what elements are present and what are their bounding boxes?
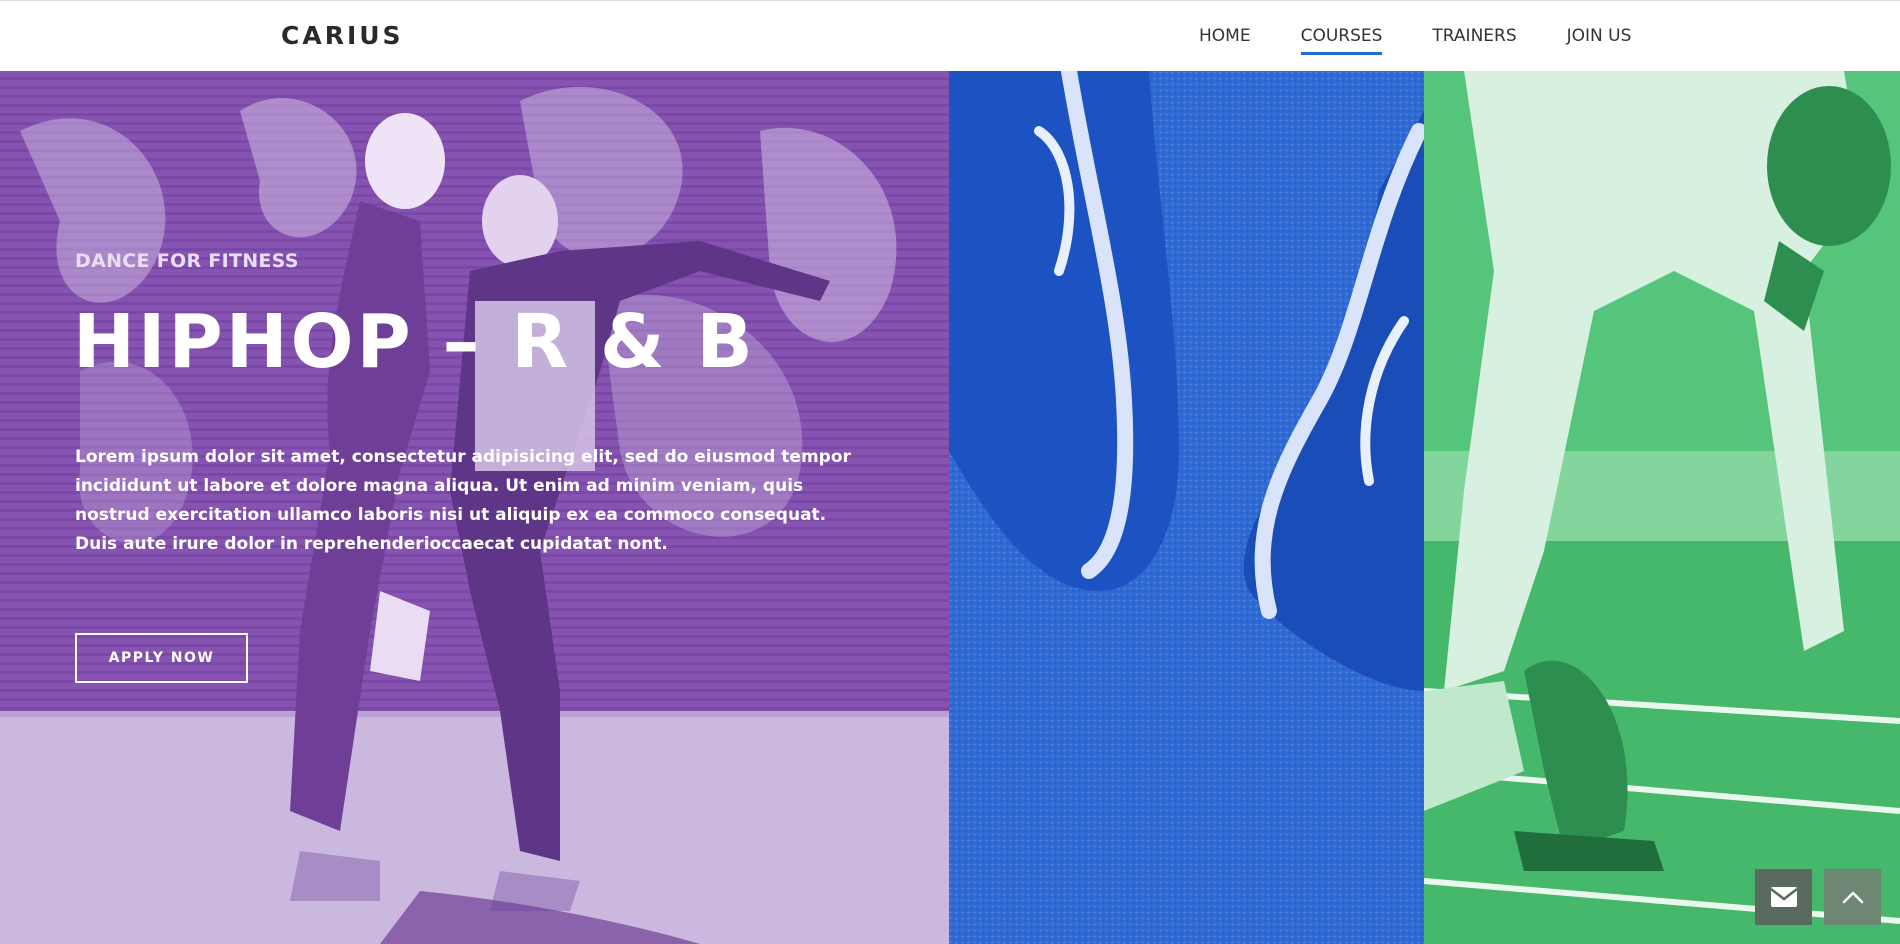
- hero-panel-sprinter: [1424, 71, 1900, 944]
- hero-panel-shoes: [949, 71, 1424, 944]
- contact-mail-button[interactable]: [1755, 869, 1812, 925]
- hero-description: Lorem ipsum dolor sit amet, consectetur …: [75, 447, 851, 554]
- site-logo[interactable]: CARIUS: [281, 21, 404, 50]
- apply-now-button[interactable]: APPLY NOW: [75, 633, 248, 683]
- envelope-icon: [1770, 887, 1797, 907]
- nav-join-us[interactable]: JOIN US: [1567, 25, 1632, 55]
- nav-trainers[interactable]: TRAINERS: [1432, 25, 1516, 55]
- chevron-up-icon: [1842, 891, 1863, 904]
- hero-eyebrow: DANCE FOR FITNESS: [75, 250, 299, 272]
- nav-courses[interactable]: COURSES: [1300, 25, 1382, 55]
- nav-home[interactable]: HOME: [1199, 25, 1251, 55]
- sprinter-image: [1424, 71, 1900, 944]
- running-shoes-image: [949, 71, 1424, 944]
- site-header: CARIUS HOME COURSES TRAINERS JOIN US: [0, 0, 1900, 71]
- hero-title: HIPHOP – R & B: [73, 299, 756, 385]
- main-nav: HOME COURSES TRAINERS JOIN US: [1199, 25, 1631, 55]
- scroll-to-top-button[interactable]: [1824, 869, 1881, 925]
- hero-panel-dance: DANCE FOR FITNESS HIPHOP – R & B Lorem i…: [0, 71, 949, 944]
